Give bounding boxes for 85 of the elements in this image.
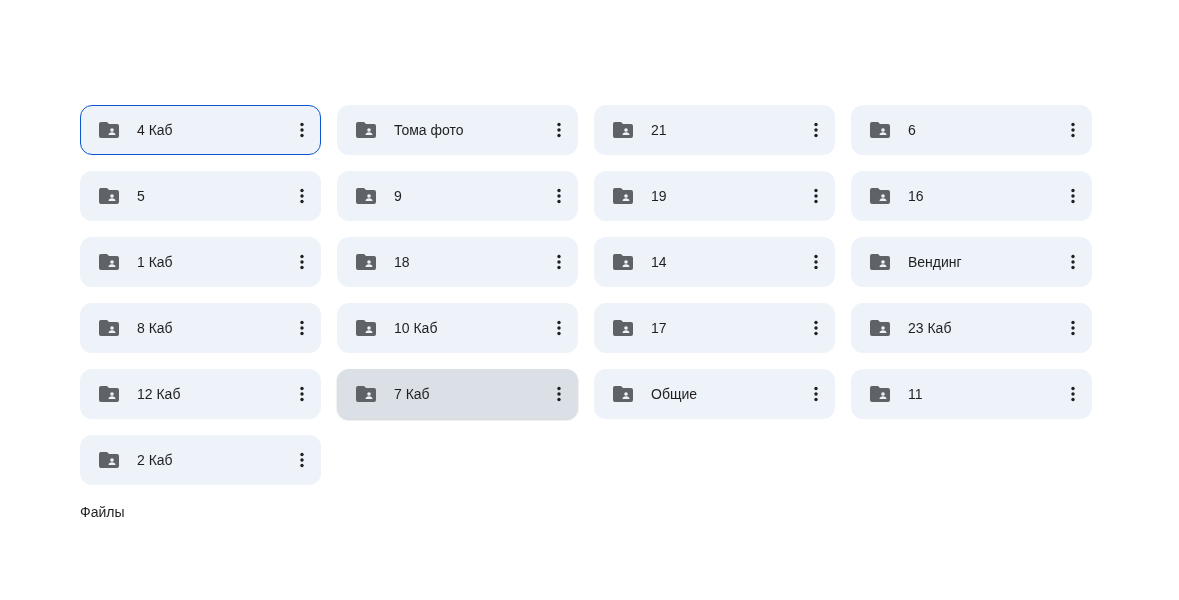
more-options-icon[interactable] bbox=[812, 254, 820, 270]
section-heading: Файлы bbox=[80, 503, 126, 522]
folder-card[interactable]: 19 bbox=[594, 171, 835, 221]
folder-card[interactable]: 18 bbox=[337, 237, 578, 287]
folder-card[interactable]: Общие bbox=[594, 369, 835, 419]
more-options-icon[interactable] bbox=[812, 320, 820, 336]
more-options-icon[interactable] bbox=[812, 122, 820, 138]
shared-folder-icon bbox=[99, 122, 119, 138]
folder-card[interactable]: 12 Каб bbox=[80, 369, 321, 419]
shared-folder-icon bbox=[613, 254, 633, 270]
folder-name: 10 Каб bbox=[394, 320, 439, 336]
folder-card[interactable]: 2 Каб bbox=[80, 435, 321, 485]
more-options-icon[interactable] bbox=[812, 386, 820, 402]
shared-folder-icon bbox=[870, 122, 890, 138]
folder-name: 17 bbox=[651, 320, 668, 336]
folder-card[interactable]: 23 Каб bbox=[851, 303, 1092, 353]
shared-folder-icon bbox=[613, 188, 633, 204]
folder-name: 1 Каб bbox=[137, 254, 174, 270]
folder-card[interactable]: 5 bbox=[80, 171, 321, 221]
folder-name: 8 Каб bbox=[137, 320, 174, 336]
folder-card[interactable]: 17 bbox=[594, 303, 835, 353]
shared-folder-icon bbox=[99, 386, 119, 402]
shared-folder-icon bbox=[870, 386, 890, 402]
shared-folder-icon bbox=[613, 122, 633, 138]
shared-folder-icon bbox=[870, 254, 890, 270]
more-options-icon[interactable] bbox=[298, 122, 306, 138]
more-options-icon[interactable] bbox=[1069, 320, 1077, 336]
more-options-icon[interactable] bbox=[1069, 188, 1077, 204]
more-options-icon[interactable] bbox=[555, 320, 563, 336]
folder-card[interactable]: 9 bbox=[337, 171, 578, 221]
folder-card[interactable]: 16 bbox=[851, 171, 1092, 221]
shared-folder-icon bbox=[613, 320, 633, 336]
shared-folder-icon bbox=[99, 254, 119, 270]
folder-name: 11 bbox=[908, 386, 924, 402]
shared-folder-icon bbox=[356, 254, 376, 270]
more-options-icon[interactable] bbox=[298, 452, 306, 468]
more-options-icon[interactable] bbox=[1069, 386, 1077, 402]
folder-name: 5 bbox=[137, 188, 146, 204]
folder-name: 9 bbox=[394, 188, 403, 204]
folder-name: 19 bbox=[651, 188, 668, 204]
folder-name: 18 bbox=[394, 254, 411, 270]
folder-name: 7 Каб bbox=[394, 386, 431, 402]
folder-card[interactable]: 21 bbox=[594, 105, 835, 155]
shared-folder-icon bbox=[356, 188, 376, 204]
more-options-icon[interactable] bbox=[1069, 254, 1077, 270]
shared-folder-icon bbox=[870, 320, 890, 336]
folder-name: 14 bbox=[651, 254, 668, 270]
more-options-icon[interactable] bbox=[555, 386, 563, 402]
more-options-icon[interactable] bbox=[298, 320, 306, 336]
folder-card[interactable]: 14 bbox=[594, 237, 835, 287]
folder-name: 23 Каб bbox=[908, 320, 953, 336]
shared-folder-icon bbox=[356, 122, 376, 138]
folder-card[interactable]: 7 Каб bbox=[337, 369, 578, 419]
folder-name: Тома фото bbox=[394, 122, 465, 138]
folder-card[interactable]: 4 Каб bbox=[80, 105, 321, 155]
folder-card[interactable]: Тома фото bbox=[337, 105, 578, 155]
shared-folder-icon bbox=[99, 188, 119, 204]
more-options-icon[interactable] bbox=[1069, 122, 1077, 138]
folder-card[interactable]: 1 Каб bbox=[80, 237, 321, 287]
folder-name: 6 bbox=[908, 122, 917, 138]
folder-name: Вендинг bbox=[908, 254, 963, 270]
folder-card[interactable]: 6 bbox=[851, 105, 1092, 155]
more-options-icon[interactable] bbox=[298, 386, 306, 402]
shared-folder-icon bbox=[613, 386, 633, 402]
more-options-icon[interactable] bbox=[812, 188, 820, 204]
folder-card[interactable]: 10 Каб bbox=[337, 303, 578, 353]
shared-folder-icon bbox=[99, 320, 119, 336]
folder-name: Общие bbox=[651, 386, 699, 402]
shared-folder-icon bbox=[99, 452, 119, 468]
folder-card[interactable]: 8 Каб bbox=[80, 303, 321, 353]
folder-name: 21 bbox=[651, 122, 668, 138]
more-options-icon[interactable] bbox=[555, 188, 563, 204]
folder-card[interactable]: Вендинг bbox=[851, 237, 1092, 287]
more-options-icon[interactable] bbox=[555, 122, 563, 138]
folder-name: 2 Каб bbox=[137, 452, 174, 468]
shared-folder-icon bbox=[356, 320, 376, 336]
more-options-icon[interactable] bbox=[298, 254, 306, 270]
folder-name: 16 bbox=[908, 188, 925, 204]
shared-folder-icon bbox=[870, 188, 890, 204]
more-options-icon[interactable] bbox=[555, 254, 563, 270]
shared-folder-icon bbox=[356, 386, 376, 402]
folder-name: 12 Каб bbox=[137, 386, 182, 402]
folder-card[interactable]: 11 bbox=[851, 369, 1092, 419]
folder-name: 4 Каб bbox=[137, 122, 174, 138]
more-options-icon[interactable] bbox=[298, 188, 306, 204]
